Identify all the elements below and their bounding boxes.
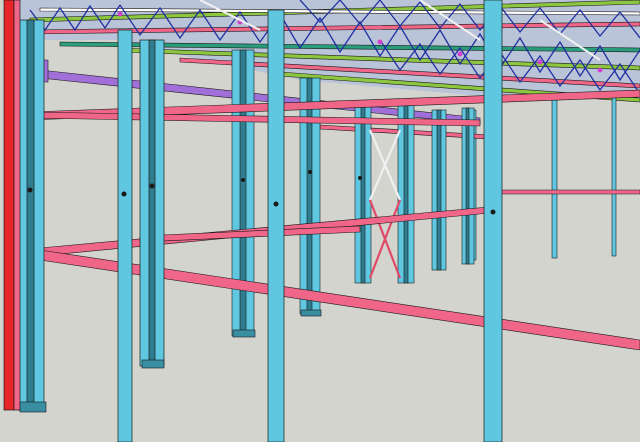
end-frame-column[interactable] <box>3 0 21 411</box>
3d-model-viewport[interactable] <box>0 0 640 442</box>
steel-frame-model-icon[interactable] <box>0 0 640 442</box>
